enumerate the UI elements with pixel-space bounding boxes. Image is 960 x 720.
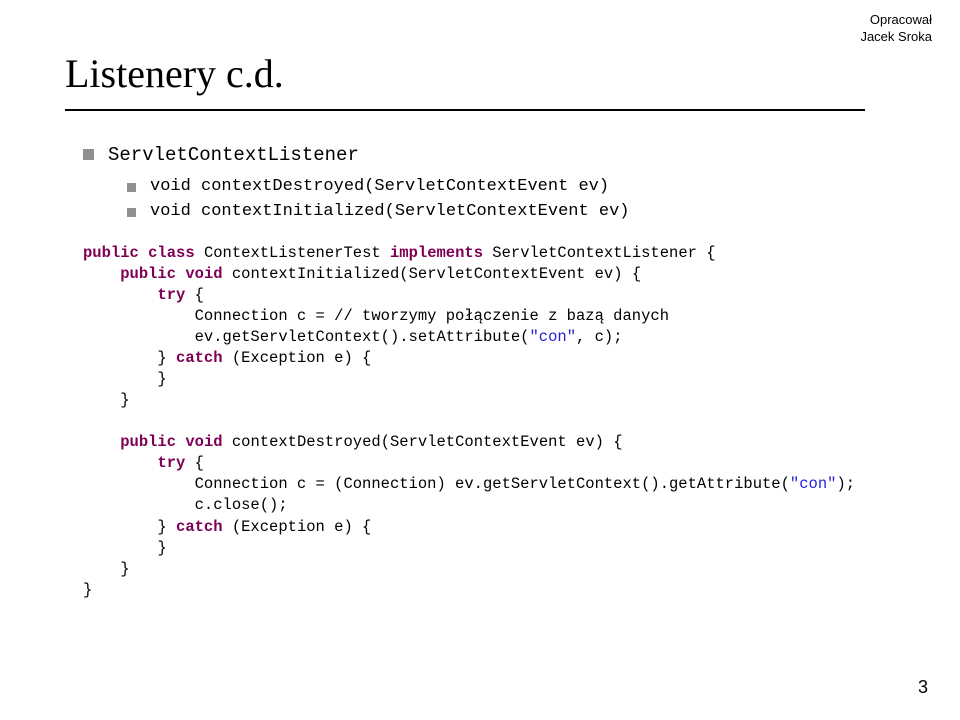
bullet-top-text: ServletContextListener [108, 141, 359, 170]
page-title: Listenery c.d. [65, 50, 900, 97]
bullet-sub1-text: void contextDestroyed(ServletContextEven… [150, 174, 609, 200]
bullet-list: ServletContextListener void contextDestr… [83, 141, 900, 225]
slide-page: Opracował Jacek Sroka Listenery c.d. Ser… [0, 0, 960, 720]
bullet-top: ServletContextListener [83, 141, 900, 170]
square-bullet-icon [83, 149, 94, 160]
code-block: public class ContextListenerTest impleme… [83, 243, 900, 601]
header-author: Opracował Jacek Sroka [860, 12, 932, 46]
bullet-sub-1: void contextDestroyed(ServletContextEven… [127, 174, 900, 200]
header-line-2: Jacek Sroka [860, 29, 932, 46]
title-rule [65, 109, 865, 111]
bullet-sub2-text: void contextInitialized(ServletContextEv… [150, 199, 629, 225]
square-bullet-icon [127, 208, 136, 217]
bullet-sub-2: void contextInitialized(ServletContextEv… [127, 199, 900, 225]
square-bullet-icon [127, 183, 136, 192]
page-number: 3 [918, 677, 928, 698]
header-line-1: Opracował [860, 12, 932, 29]
